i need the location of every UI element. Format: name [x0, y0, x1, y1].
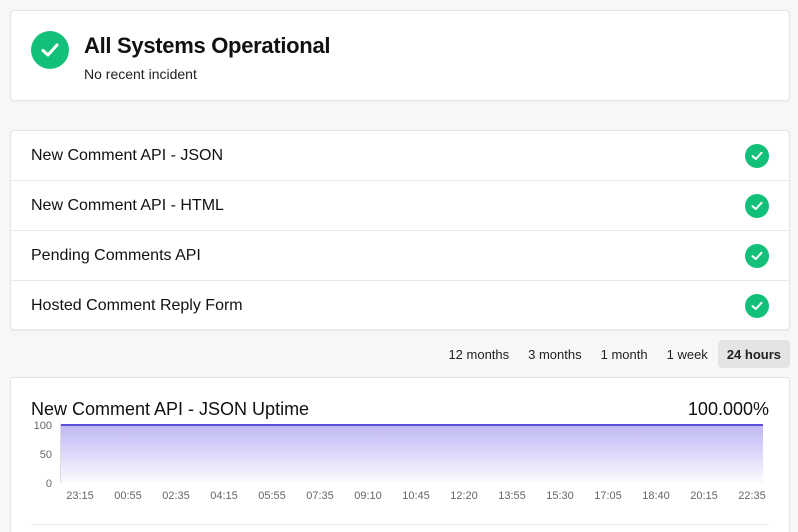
tab-1-week[interactable]: 1 week	[658, 340, 717, 368]
y-tick-label: 50	[40, 449, 52, 461]
uptime-chart-card: New Comment API - JSON Uptime 100.000% 1…	[10, 377, 790, 532]
tab-3-months[interactable]: 3 months	[519, 340, 590, 368]
x-tick-label: 13:55	[498, 490, 526, 502]
status-summary-card: All Systems Operational No recent incide…	[10, 10, 790, 101]
check-circle-icon	[745, 244, 769, 268]
check-circle-icon	[745, 144, 769, 168]
component-row[interactable]: New Comment API - JSON	[11, 131, 789, 181]
status-subtitle: No recent incident	[84, 66, 197, 82]
component-name: Hosted Comment Reply Form	[31, 297, 243, 314]
uptime-percentage: 100.000%	[687, 399, 769, 419]
x-tick-label: 22:35	[738, 490, 766, 502]
tab-12-months[interactable]: 12 months	[439, 340, 518, 368]
x-tick-label: 07:35	[306, 490, 334, 502]
x-tick-label: 10:45	[402, 490, 430, 502]
components-list: New Comment API - JSON New Comment API -…	[10, 130, 790, 330]
component-name: New Comment API - JSON	[31, 147, 224, 164]
check-circle-icon	[31, 31, 69, 69]
x-tick-label: 09:10	[354, 490, 382, 502]
component-name: Pending Comments API	[31, 247, 201, 264]
x-tick-label: 00:55	[114, 490, 142, 502]
component-row[interactable]: Hosted Comment Reply Form	[11, 281, 789, 331]
uptime-title: New Comment API - JSON Uptime	[31, 399, 310, 419]
x-tick-label: 05:55	[258, 490, 286, 502]
check-circle-icon	[745, 294, 769, 318]
x-tick-label: 02:35	[162, 490, 190, 502]
y-tick-label: 0	[46, 478, 52, 490]
component-name: New Comment API - HTML	[31, 197, 224, 214]
tab-24-hours[interactable]: 24 hours	[717, 340, 790, 368]
x-tick-label: 12:20	[450, 490, 478, 502]
uptime-area	[61, 425, 763, 483]
x-tick-label: 17:05	[594, 490, 622, 502]
component-row[interactable]: Pending Comments API	[11, 231, 789, 281]
x-tick-label: 04:15	[210, 490, 238, 502]
component-row[interactable]: New Comment API - HTML	[11, 181, 789, 231]
x-tick-label: 23:15	[66, 490, 94, 502]
divider	[31, 524, 769, 525]
x-tick-label: 20:15	[690, 490, 718, 502]
uptime-chart: 100 50 0 23:15 00:55 02:35 04:15 05:55 07:35 09:1…	[34, 420, 766, 502]
x-tick-label: 18:40	[642, 490, 670, 502]
status-title: All Systems Operational	[84, 33, 331, 58]
y-tick-label: 100	[34, 420, 52, 432]
range-tabs: 12 months 3 months 1 month 1 week 24 hou…	[438, 340, 790, 368]
check-circle-icon	[745, 194, 769, 218]
x-tick-label: 15:30	[546, 490, 574, 502]
tab-1-month[interactable]: 1 month	[592, 340, 657, 368]
